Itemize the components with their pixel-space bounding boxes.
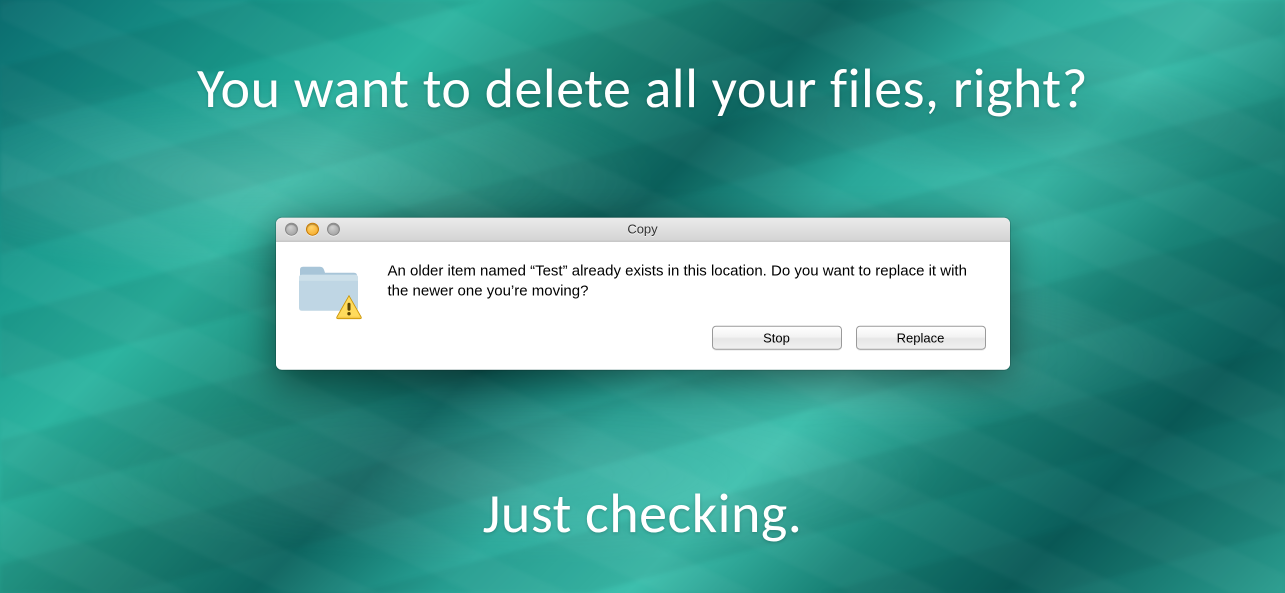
replace-button[interactable]: Replace [856, 326, 986, 350]
dialog-buttons: Stop Replace [388, 326, 986, 350]
zoom-button[interactable] [327, 222, 340, 235]
close-button[interactable] [285, 222, 298, 235]
dialog-body: An older item named “Test” already exist… [276, 241, 1010, 370]
folder-warning-icon [296, 263, 366, 321]
dialog-content: An older item named “Test” already exist… [388, 261, 986, 350]
minimize-button[interactable] [306, 222, 319, 235]
copy-dialog: Copy An older item named “Test” alr [276, 217, 1010, 370]
caption-bottom: Just checking. [0, 480, 1285, 548]
titlebar: Copy [276, 217, 1010, 241]
window-title: Copy [276, 221, 1010, 236]
stop-button[interactable]: Stop [712, 326, 842, 350]
dialog-message: An older item named “Test” already exist… [388, 261, 986, 302]
traffic-lights [276, 222, 340, 235]
caption-top: You want to delete all your files, right… [0, 55, 1285, 123]
